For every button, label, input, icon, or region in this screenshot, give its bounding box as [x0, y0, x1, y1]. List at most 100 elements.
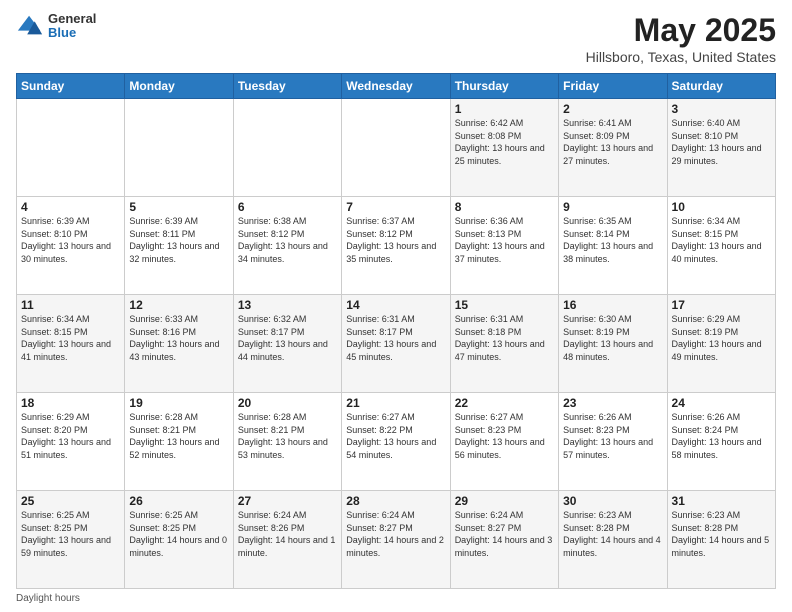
day-info: Sunrise: 6:32 AM Sunset: 8:17 PM Dayligh… [238, 313, 337, 363]
day-cell: 20Sunrise: 6:28 AM Sunset: 8:21 PM Dayli… [233, 393, 341, 491]
day-number: 2 [563, 102, 662, 116]
day-info: Sunrise: 6:40 AM Sunset: 8:10 PM Dayligh… [672, 117, 771, 167]
weekday-header-row: SundayMondayTuesdayWednesdayThursdayFrid… [17, 74, 776, 99]
day-cell: 28Sunrise: 6:24 AM Sunset: 8:27 PM Dayli… [342, 491, 450, 589]
day-cell: 1Sunrise: 6:42 AM Sunset: 8:08 PM Daylig… [450, 99, 558, 197]
day-info: Sunrise: 6:30 AM Sunset: 8:19 PM Dayligh… [563, 313, 662, 363]
day-number: 18 [21, 396, 120, 410]
day-info: Sunrise: 6:25 AM Sunset: 8:25 PM Dayligh… [129, 509, 228, 559]
day-cell [233, 99, 341, 197]
day-info: Sunrise: 6:24 AM Sunset: 8:26 PM Dayligh… [238, 509, 337, 559]
day-number: 28 [346, 494, 445, 508]
day-info: Sunrise: 6:35 AM Sunset: 8:14 PM Dayligh… [563, 215, 662, 265]
day-number: 29 [455, 494, 554, 508]
day-info: Sunrise: 6:42 AM Sunset: 8:08 PM Dayligh… [455, 117, 554, 167]
title-block: May 2025 Hillsboro, Texas, United States [586, 12, 776, 65]
header: General Blue May 2025 Hillsboro, Texas, … [16, 12, 776, 65]
weekday-header-sunday: Sunday [17, 74, 125, 99]
day-info: Sunrise: 6:39 AM Sunset: 8:11 PM Dayligh… [129, 215, 228, 265]
day-cell: 13Sunrise: 6:32 AM Sunset: 8:17 PM Dayli… [233, 295, 341, 393]
day-number: 31 [672, 494, 771, 508]
day-number: 21 [346, 396, 445, 410]
day-info: Sunrise: 6:29 AM Sunset: 8:19 PM Dayligh… [672, 313, 771, 363]
day-cell: 24Sunrise: 6:26 AM Sunset: 8:24 PM Dayli… [667, 393, 775, 491]
week-row-3: 11Sunrise: 6:34 AM Sunset: 8:15 PM Dayli… [17, 295, 776, 393]
day-info: Sunrise: 6:36 AM Sunset: 8:13 PM Dayligh… [455, 215, 554, 265]
subtitle: Hillsboro, Texas, United States [586, 49, 776, 65]
day-info: Sunrise: 6:39 AM Sunset: 8:10 PM Dayligh… [21, 215, 120, 265]
main-title: May 2025 [586, 12, 776, 49]
weekday-header-wednesday: Wednesday [342, 74, 450, 99]
day-number: 6 [238, 200, 337, 214]
day-number: 7 [346, 200, 445, 214]
day-number: 14 [346, 298, 445, 312]
logo-text: General Blue [48, 12, 96, 41]
day-number: 27 [238, 494, 337, 508]
day-cell: 2Sunrise: 6:41 AM Sunset: 8:09 PM Daylig… [559, 99, 667, 197]
day-number: 17 [672, 298, 771, 312]
day-cell: 21Sunrise: 6:27 AM Sunset: 8:22 PM Dayli… [342, 393, 450, 491]
logo-blue: Blue [48, 26, 96, 40]
day-cell: 18Sunrise: 6:29 AM Sunset: 8:20 PM Dayli… [17, 393, 125, 491]
day-info: Sunrise: 6:34 AM Sunset: 8:15 PM Dayligh… [672, 215, 771, 265]
page: General Blue May 2025 Hillsboro, Texas, … [0, 0, 792, 612]
logo: General Blue [16, 12, 96, 41]
day-cell [17, 99, 125, 197]
day-cell: 31Sunrise: 6:23 AM Sunset: 8:28 PM Dayli… [667, 491, 775, 589]
day-info: Sunrise: 6:23 AM Sunset: 8:28 PM Dayligh… [563, 509, 662, 559]
day-number: 19 [129, 396, 228, 410]
day-cell: 15Sunrise: 6:31 AM Sunset: 8:18 PM Dayli… [450, 295, 558, 393]
day-cell: 3Sunrise: 6:40 AM Sunset: 8:10 PM Daylig… [667, 99, 775, 197]
day-cell: 5Sunrise: 6:39 AM Sunset: 8:11 PM Daylig… [125, 197, 233, 295]
day-number: 22 [455, 396, 554, 410]
day-number: 12 [129, 298, 228, 312]
calendar-table: SundayMondayTuesdayWednesdayThursdayFrid… [16, 73, 776, 589]
day-info: Sunrise: 6:24 AM Sunset: 8:27 PM Dayligh… [346, 509, 445, 559]
day-info: Sunrise: 6:38 AM Sunset: 8:12 PM Dayligh… [238, 215, 337, 265]
day-cell: 25Sunrise: 6:25 AM Sunset: 8:25 PM Dayli… [17, 491, 125, 589]
day-number: 20 [238, 396, 337, 410]
weekday-header-monday: Monday [125, 74, 233, 99]
day-number: 13 [238, 298, 337, 312]
day-cell: 4Sunrise: 6:39 AM Sunset: 8:10 PM Daylig… [17, 197, 125, 295]
day-info: Sunrise: 6:41 AM Sunset: 8:09 PM Dayligh… [563, 117, 662, 167]
day-number: 3 [672, 102, 771, 116]
day-cell: 10Sunrise: 6:34 AM Sunset: 8:15 PM Dayli… [667, 197, 775, 295]
day-number: 16 [563, 298, 662, 312]
day-info: Sunrise: 6:25 AM Sunset: 8:25 PM Dayligh… [21, 509, 120, 559]
logo-general: General [48, 12, 96, 26]
day-cell: 29Sunrise: 6:24 AM Sunset: 8:27 PM Dayli… [450, 491, 558, 589]
day-info: Sunrise: 6:28 AM Sunset: 8:21 PM Dayligh… [129, 411, 228, 461]
day-info: Sunrise: 6:26 AM Sunset: 8:23 PM Dayligh… [563, 411, 662, 461]
day-cell: 6Sunrise: 6:38 AM Sunset: 8:12 PM Daylig… [233, 197, 341, 295]
day-cell: 17Sunrise: 6:29 AM Sunset: 8:19 PM Dayli… [667, 295, 775, 393]
day-info: Sunrise: 6:27 AM Sunset: 8:23 PM Dayligh… [455, 411, 554, 461]
day-cell: 26Sunrise: 6:25 AM Sunset: 8:25 PM Dayli… [125, 491, 233, 589]
day-number: 23 [563, 396, 662, 410]
day-number: 8 [455, 200, 554, 214]
day-number: 9 [563, 200, 662, 214]
weekday-header-friday: Friday [559, 74, 667, 99]
daylight-label: Daylight hours [16, 593, 80, 604]
day-number: 4 [21, 200, 120, 214]
day-info: Sunrise: 6:33 AM Sunset: 8:16 PM Dayligh… [129, 313, 228, 363]
day-cell: 8Sunrise: 6:36 AM Sunset: 8:13 PM Daylig… [450, 197, 558, 295]
day-info: Sunrise: 6:37 AM Sunset: 8:12 PM Dayligh… [346, 215, 445, 265]
day-cell [342, 99, 450, 197]
day-cell: 27Sunrise: 6:24 AM Sunset: 8:26 PM Dayli… [233, 491, 341, 589]
day-cell: 19Sunrise: 6:28 AM Sunset: 8:21 PM Dayli… [125, 393, 233, 491]
day-info: Sunrise: 6:34 AM Sunset: 8:15 PM Dayligh… [21, 313, 120, 363]
logo-icon [16, 12, 44, 40]
day-number: 5 [129, 200, 228, 214]
day-number: 10 [672, 200, 771, 214]
day-cell: 30Sunrise: 6:23 AM Sunset: 8:28 PM Dayli… [559, 491, 667, 589]
day-info: Sunrise: 6:31 AM Sunset: 8:17 PM Dayligh… [346, 313, 445, 363]
day-info: Sunrise: 6:29 AM Sunset: 8:20 PM Dayligh… [21, 411, 120, 461]
day-cell: 23Sunrise: 6:26 AM Sunset: 8:23 PM Dayli… [559, 393, 667, 491]
day-number: 26 [129, 494, 228, 508]
weekday-header-thursday: Thursday [450, 74, 558, 99]
day-number: 15 [455, 298, 554, 312]
day-cell: 12Sunrise: 6:33 AM Sunset: 8:16 PM Dayli… [125, 295, 233, 393]
week-row-4: 18Sunrise: 6:29 AM Sunset: 8:20 PM Dayli… [17, 393, 776, 491]
week-row-1: 1Sunrise: 6:42 AM Sunset: 8:08 PM Daylig… [17, 99, 776, 197]
